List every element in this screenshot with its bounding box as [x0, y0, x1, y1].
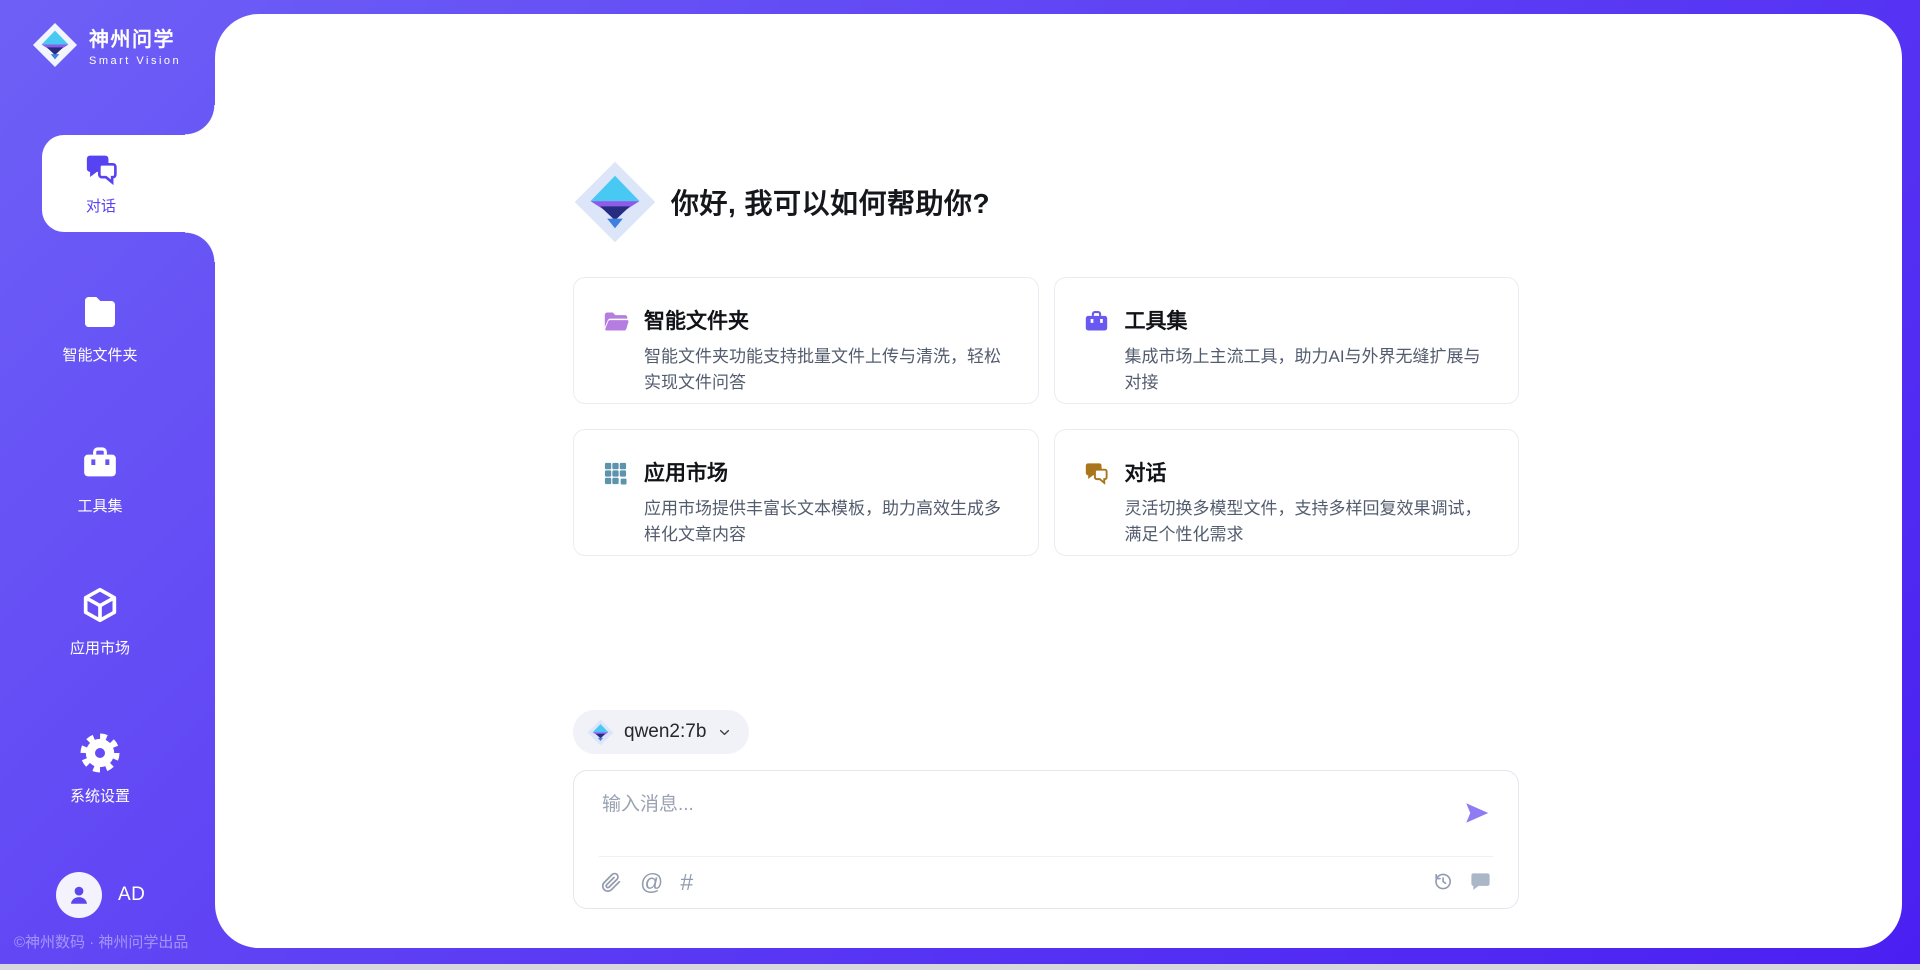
- folder-open-icon: [602, 308, 629, 335]
- composer: @ #: [573, 770, 1519, 909]
- folder-icon: [80, 292, 120, 332]
- sidebar-item-toolbox[interactable]: 工具集: [0, 443, 200, 516]
- sidebar-item-label: 应用市场: [0, 637, 200, 658]
- sidebar-item-settings[interactable]: 系统设置: [0, 733, 200, 806]
- sidebar-item-label: 系统设置: [0, 785, 200, 806]
- mention-button[interactable]: @: [640, 871, 663, 894]
- history-icon: [1431, 870, 1454, 893]
- composer-divider: [599, 856, 1493, 857]
- sidebar-item-chat[interactable]: 对话: [42, 135, 215, 232]
- composer-tools-right: [1431, 870, 1492, 893]
- composer-tools-left: @ #: [600, 871, 693, 894]
- sidebar-item-label: 工具集: [0, 495, 200, 516]
- sidebar-item-smart-folders[interactable]: 智能文件夹: [0, 292, 200, 365]
- at-sign-icon: @: [640, 871, 663, 894]
- message-input[interactable]: [602, 789, 1442, 847]
- brand-subtitle: Smart Vision: [89, 55, 181, 67]
- avatar: [56, 872, 102, 918]
- card-description: 智能文件夹功能支持批量文件上传与清洗，轻松实现文件问答: [644, 344, 1014, 395]
- diamond-logo-icon: [32, 22, 78, 68]
- main-panel: 你好, 我可以如何帮助你? 智能文件夹 智能文件夹功能支持批量文件上传与清洗，轻…: [215, 14, 1902, 948]
- greeting-block: 你好, 我可以如何帮助你?: [573, 160, 990, 244]
- briefcase-icon: [80, 443, 120, 483]
- card-toolbox[interactable]: 工具集 集成市场上主流工具，助力AI与外界无缝扩展与对接: [1054, 277, 1520, 404]
- diamond-logo-icon: [573, 160, 657, 244]
- attach-button[interactable]: [600, 871, 623, 894]
- chevron-down-icon: [716, 724, 733, 741]
- card-description: 应用市场提供丰富长文本模板，助力高效生成多样化文章内容: [644, 496, 1014, 547]
- sidebar-item-label: 对话: [86, 195, 116, 216]
- card-title: 应用市场: [644, 457, 1014, 487]
- send-icon: [1462, 798, 1492, 828]
- gear-icon: [80, 733, 120, 773]
- card-title: 工具集: [1125, 305, 1495, 335]
- card-chat[interactable]: 对话 灵活切换多模型文件，支持多样回复效果调试，满足个性化需求: [1054, 429, 1520, 556]
- card-smart-folders[interactable]: 智能文件夹 智能文件夹功能支持批量文件上传与清洗，轻松实现文件问答: [573, 277, 1039, 404]
- cube-icon: [80, 585, 120, 625]
- person-icon: [64, 880, 94, 910]
- copyright: ©神州数码 · 神州问学出品: [14, 931, 188, 952]
- card-description: 集成市场上主流工具，助力AI与外界无缝扩展与对接: [1125, 344, 1495, 395]
- brand-logo: 神州问学 Smart Vision: [32, 22, 181, 68]
- user-profile[interactable]: AD: [56, 872, 145, 918]
- card-title: 对话: [1125, 457, 1495, 487]
- quick-phrase-button[interactable]: [1469, 870, 1492, 893]
- sidebar-item-app-market[interactable]: 应用市场: [0, 585, 200, 658]
- brand-name: 神州问学: [89, 23, 181, 52]
- history-button[interactable]: [1431, 870, 1454, 893]
- greeting-text: 你好, 我可以如何帮助你?: [671, 182, 990, 222]
- send-button[interactable]: [1462, 798, 1492, 828]
- diamond-logo-icon: [587, 719, 614, 746]
- chat-bubble-filled-icon: [1469, 870, 1492, 893]
- card-app-market[interactable]: 应用市场 应用市场提供丰富长文本模板，助力高效生成多样化文章内容: [573, 429, 1039, 556]
- card-title: 智能文件夹: [644, 305, 1014, 335]
- window-bottom-edge: [0, 964, 1920, 970]
- card-description: 灵活切换多模型文件，支持多样回复效果调试，满足个性化需求: [1125, 496, 1495, 547]
- sidebar-item-chat-content: 对话: [42, 135, 160, 232]
- model-name: qwen2:7b: [624, 721, 706, 743]
- feature-cards: 智能文件夹 智能文件夹功能支持批量文件上传与清洗，轻松实现文件问答 工具集 集成…: [573, 277, 1519, 556]
- user-name: AD: [118, 884, 145, 906]
- briefcase-icon: [1083, 308, 1110, 335]
- app-root: 神州问学 Smart Vision 对话 智能文件夹 工具集: [0, 0, 1920, 964]
- model-selector[interactable]: qwen2:7b: [573, 710, 749, 754]
- topic-button[interactable]: #: [680, 871, 693, 894]
- apps-grid-icon: [602, 460, 629, 487]
- hash-icon: #: [680, 871, 693, 894]
- sidebar-item-label: 智能文件夹: [0, 344, 200, 365]
- chat-bubbles-icon: [83, 151, 120, 188]
- paperclip-icon: [600, 871, 623, 894]
- chat-bubbles-icon: [1083, 460, 1110, 487]
